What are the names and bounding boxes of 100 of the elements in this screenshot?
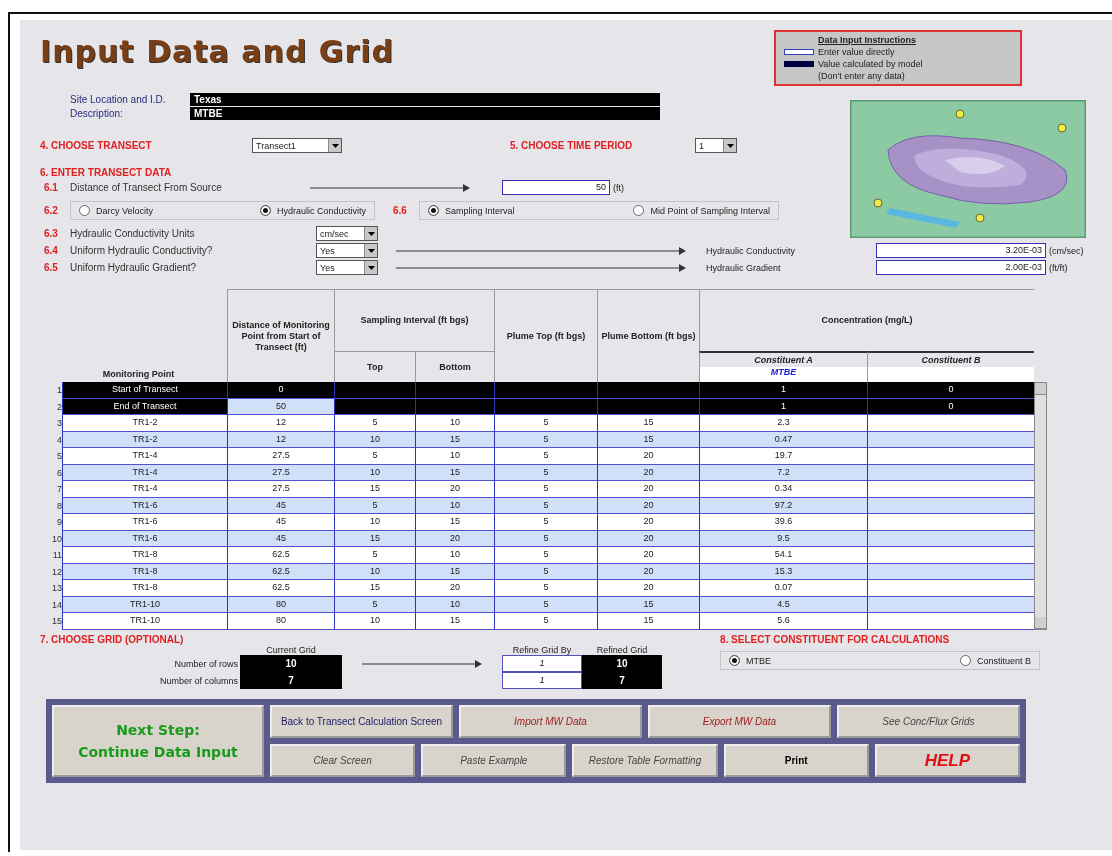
value-field: 10 xyxy=(240,655,342,672)
legend-text: Value calculated by model xyxy=(818,59,924,69)
table-cell: 15 xyxy=(415,613,494,630)
legend-swatch xyxy=(784,49,814,55)
unit-label: (cm/sec) xyxy=(1049,245,1084,256)
radio-option[interactable]: Sampling Interval xyxy=(428,205,515,216)
row-number: 2 xyxy=(56,400,62,414)
section-heading: 5. CHOOSE TIME PERIOD xyxy=(510,140,634,151)
table-cell: 15 xyxy=(415,514,494,531)
radio-button[interactable] xyxy=(428,205,439,216)
row-number: 7 xyxy=(56,483,62,496)
description-field[interactable]: MTBE xyxy=(190,107,660,120)
action-button[interactable]: Clear Screen xyxy=(270,744,416,777)
radio-button[interactable] xyxy=(79,205,90,216)
dropdown[interactable]: Yes xyxy=(316,260,378,275)
radio-button[interactable] xyxy=(259,205,271,216)
dropdown[interactable]: 1 xyxy=(695,138,737,153)
table-cell: TR1-10 xyxy=(62,613,227,630)
table-cell: 15 xyxy=(334,481,415,498)
column-header: Refined Grid xyxy=(595,645,649,655)
radio-option[interactable]: MTBE xyxy=(729,655,771,666)
table-cell: TR1-8 xyxy=(62,580,227,597)
table-cell: 80 xyxy=(227,613,334,630)
arrow-icon xyxy=(310,183,470,192)
radio-option[interactable]: Hydraulic Conductivity xyxy=(259,205,366,216)
action-button[interactable]: Export MW Data xyxy=(648,705,831,738)
radio-label: Sampling Interval xyxy=(445,205,515,216)
dropdown[interactable]: Transect1 xyxy=(252,138,342,153)
radio-button[interactable] xyxy=(633,205,645,216)
table-cell: 10 xyxy=(415,415,494,432)
table-cell: 5 xyxy=(494,448,597,465)
table-cell: 12 xyxy=(227,415,334,432)
value-field[interactable]: 3.20E-03 xyxy=(876,243,1046,258)
row-number: 9 xyxy=(56,516,62,529)
scrollbar[interactable] xyxy=(1034,382,1047,630)
arrow-icon xyxy=(362,659,482,668)
table-cell: 10 xyxy=(415,448,494,465)
table-cell: TR1-2 xyxy=(62,415,227,432)
site-field[interactable]: Texas xyxy=(190,93,660,106)
table-cell: 39.6 xyxy=(699,514,867,531)
refine-field[interactable]: 1 xyxy=(502,655,582,672)
section-heading: 4. CHOOSE TRANSECT xyxy=(40,140,153,151)
dropdown[interactable]: cm/sec xyxy=(316,226,378,241)
section-heading: 8. SELECT CONSTITUENT FOR CALCULATIONS xyxy=(720,634,951,645)
table-cell: 2.3 xyxy=(699,415,867,432)
action-button[interactable]: Paste Example xyxy=(421,744,567,777)
constituent-name: MTBE xyxy=(699,367,867,382)
radio-button[interactable] xyxy=(959,655,971,666)
action-button[interactable]: Print xyxy=(723,744,869,777)
field-label: Uniform Hydraulic Conductivity? xyxy=(70,244,214,257)
radio-option[interactable]: Constituent B xyxy=(959,655,1031,666)
step-number: 6.2 xyxy=(44,205,59,216)
field-label: Site Location and I.D. xyxy=(70,93,167,106)
table-cell: 20 xyxy=(597,547,699,564)
legend-title: Data Input Instructions xyxy=(818,35,917,45)
table-cell: 27.5 xyxy=(227,448,334,465)
field-label: Uniform Hydraulic Gradient? xyxy=(70,261,198,274)
table-cell: 15 xyxy=(597,613,699,630)
step-number: 6.6 xyxy=(393,205,408,216)
table-cell: 20 xyxy=(597,448,699,465)
radio-label: Darcy Velocity xyxy=(96,205,154,216)
table-cell: 0 xyxy=(867,382,1034,399)
value-field: 7 xyxy=(582,672,662,689)
action-button[interactable]: Restore Table Formatting xyxy=(572,744,718,777)
table-cell: 10 xyxy=(334,613,415,630)
table-cell: Start of Transect xyxy=(62,382,227,399)
table-cell: TR1-8 xyxy=(62,547,227,564)
caret-icon xyxy=(723,139,736,152)
caret-icon xyxy=(364,261,377,274)
radio-button[interactable] xyxy=(729,655,740,666)
row-number: 3 xyxy=(56,417,62,430)
row-number: 5 xyxy=(56,450,62,463)
step-number: 6.5 xyxy=(44,262,59,273)
table-cell: 20 xyxy=(415,481,494,498)
table-cell: 5 xyxy=(494,613,597,630)
row-number: 14 xyxy=(51,598,62,612)
table-cell: 0.34 xyxy=(699,481,867,498)
action-button[interactable]: Back to Transect Calculation Screen xyxy=(270,705,453,738)
legend-text: (Don't enter any data) xyxy=(818,71,906,81)
value-field: 10 xyxy=(582,655,662,672)
action-button[interactable]: Import MW Data xyxy=(459,705,642,738)
caret-icon xyxy=(364,244,377,257)
table-cell: 5 xyxy=(494,580,597,597)
table-cell: 5 xyxy=(494,547,597,564)
refine-field[interactable]: 1 xyxy=(502,672,582,689)
field-label: Number of columns xyxy=(158,675,239,686)
table-cell: TR1-4 xyxy=(62,448,227,465)
section-heading: 7. CHOOSE GRID (OPTIONAL) xyxy=(40,634,185,645)
table-cell: 1 xyxy=(699,382,867,399)
radio-option[interactable]: Darcy Velocity xyxy=(79,205,154,216)
value-field[interactable]: 2.00E-03 xyxy=(876,260,1046,275)
caret-icon xyxy=(364,227,377,240)
table-cell: 0 xyxy=(227,382,334,399)
field-label: Hydraulic Gradient xyxy=(706,262,782,273)
field-label: Hydraulic Conductivity Units xyxy=(70,227,196,240)
dropdown[interactable]: Yes xyxy=(316,243,378,258)
column-header: Concentration (mg/L) xyxy=(699,289,1034,351)
action-button[interactable]: See Conc/Flux Grids xyxy=(837,705,1020,738)
distance-field[interactable]: 50 xyxy=(502,180,610,195)
table-cell: 15 xyxy=(597,415,699,432)
